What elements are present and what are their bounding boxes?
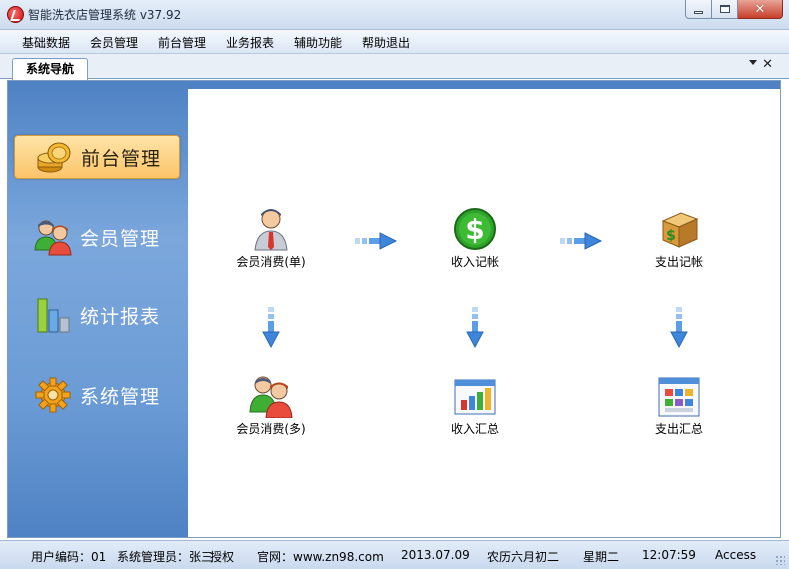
title-bar: 智能洗衣店管理系统 v37.92 ✕ — [0, 0, 789, 30]
function-label: 支出汇总 — [654, 422, 703, 436]
function-label: 支出记帐 — [654, 255, 703, 269]
member-consume-single-button[interactable]: 会员消费(单) — [223, 207, 319, 270]
status-date: 2013.07.09 — [401, 548, 470, 562]
sidebar-item-member-management[interactable]: 会员管理 — [14, 215, 180, 259]
sidebar-item-label: 系统管理 — [80, 385, 161, 408]
maximize-button[interactable] — [712, 0, 738, 19]
status-license: 授权 — [210, 550, 235, 564]
close-button[interactable]: ✕ — [738, 0, 783, 19]
user-icon — [249, 207, 293, 251]
coins-icon — [35, 138, 73, 176]
grid-window-icon — [657, 374, 701, 418]
sidebar-item-system-management[interactable]: 系统管理 — [14, 373, 180, 417]
income-summary-button[interactable]: 收入汇总 — [427, 374, 523, 437]
tab-system-navigation[interactable]: 系统导航 — [12, 58, 88, 80]
status-weekday: 星期二 — [583, 550, 620, 564]
app-logo-icon — [7, 6, 24, 23]
function-label: 会员消费(多) — [236, 422, 306, 436]
function-label: 会员消费(单) — [236, 255, 306, 269]
navigation-panel: 前台管理 会员管理 统计报表 系统管理 会员消费(单) $ 收入记帐 $ 支出记… — [7, 80, 781, 538]
expense-record-button[interactable]: $ 支出记帐 — [631, 207, 727, 270]
close-icon: ✕ — [754, 1, 766, 17]
minimize-icon — [694, 10, 703, 14]
status-lunar-date: 农历六月初二 — [487, 550, 560, 564]
member-consume-multi-button[interactable]: 会员消费(多) — [223, 374, 319, 437]
menu-member-management[interactable]: 会员管理 — [90, 34, 138, 51]
function-label: 收入汇总 — [450, 422, 499, 436]
flow-arrow-down-icon — [466, 306, 484, 349]
menu-basic-data[interactable]: 基础数据 — [22, 34, 70, 51]
sidebar: 前台管理 会员管理 统计报表 系统管理 — [8, 81, 188, 537]
flow-arrow-down-icon — [670, 306, 688, 349]
dollar-icon: $ — [453, 207, 497, 251]
users-icon — [34, 218, 72, 256]
sidebar-item-label: 统计报表 — [80, 305, 161, 328]
menu-bar: 基础数据 会员管理 前台管理 业务报表 辅助功能 帮助退出 — [0, 30, 789, 54]
resize-grip-icon[interactable] — [775, 555, 785, 565]
flow-arrow-right-icon — [354, 232, 398, 250]
status-database: Access — [715, 548, 757, 562]
flow-arrow-down-icon — [262, 306, 280, 349]
tab-close-icon[interactable]: ✕ — [762, 58, 773, 71]
status-bar: 用户编码：01 系统管理员：张三 授权 官网：www.zn98.com 2013… — [0, 540, 789, 569]
bar-chart-icon — [34, 296, 72, 334]
menu-front-desk[interactable]: 前台管理 — [158, 34, 206, 51]
expense-summary-button[interactable]: 支出汇总 — [631, 374, 727, 437]
gear-icon — [34, 376, 72, 414]
window-controls: ✕ — [685, 0, 783, 19]
minimize-button[interactable] — [685, 0, 712, 19]
menu-auxiliary[interactable]: 辅助功能 — [294, 34, 342, 51]
tab-strip: 系统导航 — [0, 54, 789, 80]
window-title: 智能洗衣店管理系统 v37.92 — [28, 8, 182, 22]
income-record-button[interactable]: $ 收入记帐 — [427, 207, 523, 270]
money-box-icon: $ — [657, 207, 701, 251]
sidebar-item-front-desk[interactable]: 前台管理 — [14, 135, 180, 179]
tab-dropdown-icon[interactable] — [749, 60, 757, 65]
maximize-icon — [719, 5, 730, 13]
sidebar-item-label: 前台管理 — [81, 147, 162, 170]
function-label: 收入记帐 — [450, 255, 499, 269]
menu-help-exit[interactable]: 帮助退出 — [362, 34, 410, 51]
sidebar-item-statistics-reports[interactable]: 统计报表 — [14, 293, 180, 337]
users-icon — [249, 374, 293, 419]
status-time: 12:07:59 — [642, 548, 696, 562]
status-user-role: 系统管理员：张三 — [117, 550, 214, 564]
status-user-code: 用户编码：01 — [31, 550, 107, 564]
status-website: 官网：www.zn98.com — [257, 550, 384, 564]
flow-arrow-right-icon — [559, 232, 603, 250]
chart-window-icon — [453, 374, 497, 418]
svg-text:$: $ — [666, 228, 676, 244]
menu-business-reports[interactable]: 业务报表 — [226, 34, 274, 51]
content-header-strip — [188, 81, 780, 89]
svg-text:$: $ — [465, 213, 484, 246]
sidebar-item-label: 会员管理 — [80, 227, 161, 250]
workflow-area: 会员消费(单) $ 收入记帐 $ 支出记帐 会员消费(多) 收入汇总 支出汇总 — [188, 89, 780, 537]
